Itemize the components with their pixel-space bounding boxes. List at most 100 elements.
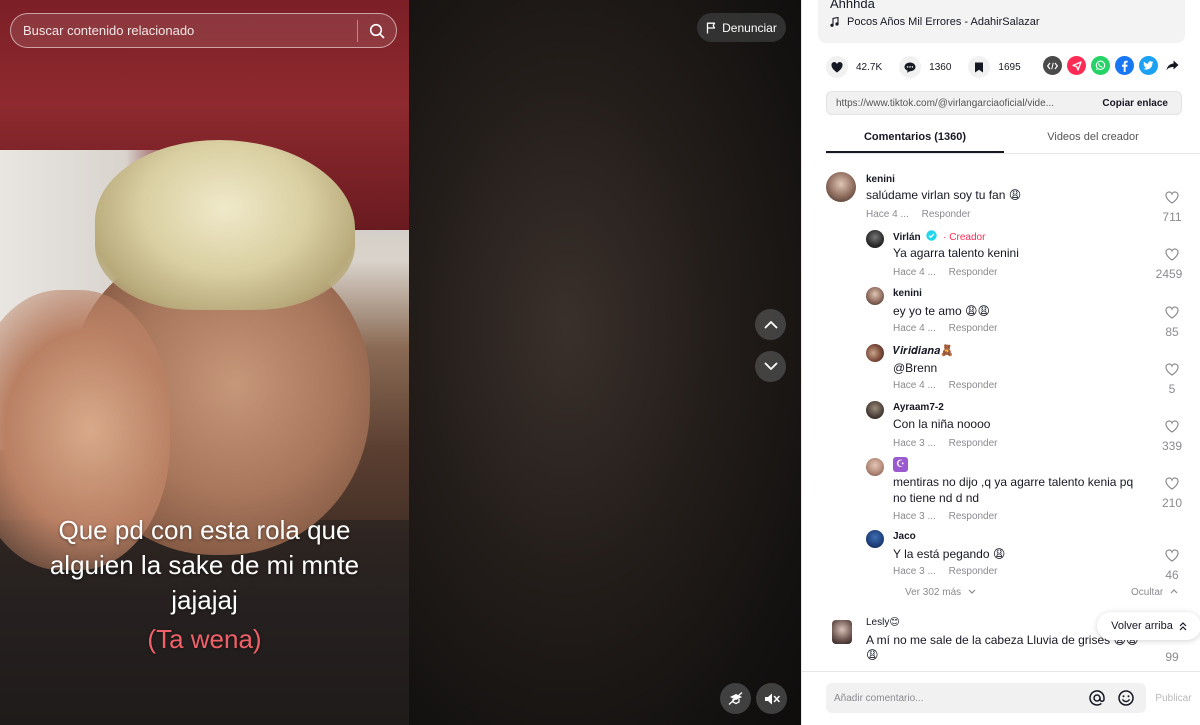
comment-meta: Hace 4 ... Responder: [893, 380, 1008, 391]
reply-button[interactable]: Responder: [949, 511, 998, 522]
video-area[interactable]: Buscar contenido relacionado Denunciar Q…: [0, 0, 801, 725]
music-title[interactable]: Pocos Años Mil Errores - AdahirSalazar: [847, 16, 1040, 28]
mute-button[interactable]: [756, 683, 787, 714]
comment-reply: Ayraam7-2 Con la niña noooo Hace 3 ... R…: [802, 393, 1200, 453]
comment-meta: Hace 3 ... Responder: [893, 566, 1008, 577]
comment-author[interactable]: Virlán · Creador: [893, 230, 985, 243]
reply-button[interactable]: Responder: [949, 380, 998, 391]
search-input[interactable]: Buscar contenido relacionado: [11, 23, 357, 38]
comment-author[interactable]: Ayraam7-2: [893, 402, 944, 413]
avatar[interactable]: [866, 287, 884, 305]
verified-badge-icon: [926, 230, 938, 241]
author-name[interactable]: ☪: [893, 457, 908, 472]
app-root: Buscar contenido relacionado Denunciar Q…: [0, 0, 1200, 725]
comment-like[interactable]: 2459: [1156, 248, 1184, 281]
comment-text: mentiras no dijo ,q ya agarre talento ke…: [893, 475, 1134, 489]
tab-comments[interactable]: Comentarios (1360): [826, 124, 1004, 153]
bookmark-icon: [975, 62, 984, 72]
comment-reply: 𝑽𝒊𝒓𝒊𝒅𝒊𝒂𝒏𝒂🧸 @Brenn Hace 4 ... Responder 5: [802, 335, 1200, 396]
comments-panel: Ahhhda Pocos Años Mil Errores - AdahirSa…: [801, 0, 1200, 725]
view-more-replies[interactable]: Ver 302 más: [905, 587, 976, 598]
comment-like[interactable]: 46: [1160, 549, 1184, 582]
avatar[interactable]: [866, 344, 884, 362]
save-button[interactable]: 1695: [968, 56, 1021, 78]
comment-text: salúdame virlan soy tu fan 😩: [866, 188, 1022, 202]
search-icon: [369, 23, 385, 38]
avatar[interactable]: [866, 530, 884, 548]
caption-line-1: Que pd con esta rola que: [58, 515, 351, 545]
comment-text: Con la niña noooo: [893, 417, 991, 431]
avatar[interactable]: [866, 230, 884, 248]
chevron-down-icon: [764, 362, 777, 370]
video-description: Ahhhda: [830, 0, 875, 11]
heart-outline-icon: [1165, 363, 1179, 376]
comment-text: Y la está pegando 😩: [893, 547, 1006, 561]
comment-item: kenini salúdame virlan soy tu fan 😩 Hace…: [802, 160, 1200, 224]
comment-author[interactable]: 𝑽𝒊𝒓𝒊𝒅𝒊𝒂𝒏𝒂🧸: [893, 344, 954, 358]
twitter-icon[interactable]: [1139, 56, 1158, 75]
avatar[interactable]: [826, 172, 856, 202]
comment-meta: Hace 3 ... Responder: [893, 438, 1008, 449]
heart-icon: [831, 61, 843, 72]
hide-replies[interactable]: Ocultar: [1131, 587, 1178, 598]
copy-link-button[interactable]: Copiar enlace: [1089, 98, 1181, 109]
previous-video-button[interactable]: [755, 309, 786, 340]
comment-meta: Hace 4 ... Responder: [893, 323, 1008, 334]
report-button[interactable]: Denunciar: [697, 13, 786, 42]
hide-label: Ocultar: [1131, 587, 1164, 598]
comment-time: Hace 3 ...: [893, 566, 936, 577]
comment-reply: Virlán · Creador Ya agarra talento kenin…: [802, 220, 1200, 281]
reply-button[interactable]: Responder: [949, 323, 998, 334]
caption-line-4: (Ta wena): [147, 624, 262, 654]
comment-time: Hace 4 ...: [893, 267, 936, 278]
add-comment-input[interactable]: Añadir comentario...: [826, 683, 1146, 713]
comment-author[interactable]: ☪: [893, 457, 908, 472]
forward-icon[interactable]: [1163, 56, 1182, 75]
emoji-icon[interactable]: [1117, 689, 1135, 707]
creator-badge-label: Creador: [949, 232, 986, 243]
heart-outline-icon: [1165, 191, 1179, 204]
comment-count: 1360: [929, 61, 952, 73]
comment-author[interactable]: Lesly😊: [866, 617, 900, 628]
embed-icon[interactable]: [1043, 56, 1062, 75]
back-to-top-label: Volver arriba: [1111, 620, 1173, 632]
save-count: 1695: [998, 61, 1021, 73]
reply-button[interactable]: Responder: [949, 438, 998, 449]
search-button[interactable]: [358, 13, 396, 48]
reply-button[interactable]: Responder: [922, 209, 971, 220]
comment-like[interactable]: 210: [1160, 477, 1184, 510]
comment-author[interactable]: kenini: [866, 174, 895, 185]
comment-button[interactable]: 1360: [899, 56, 951, 78]
comment-reply: kenini ey yo te amo 😩😩 Hace 4 ... Respon…: [802, 278, 1200, 339]
facebook-icon[interactable]: [1115, 56, 1134, 75]
avatar[interactable]: [832, 620, 852, 644]
tab-creator-videos[interactable]: Videos del creador: [1004, 124, 1182, 153]
back-to-top-button[interactable]: Volver arriba: [1097, 612, 1200, 640]
copy-link-box: https://www.tiktok.com/@virlangarciaofic…: [826, 91, 1182, 115]
comment-mention[interactable]: @Brenn: [893, 361, 937, 375]
comment-like[interactable]: 99: [1160, 649, 1184, 664]
mention-icon[interactable]: [1088, 689, 1106, 707]
music-row[interactable]: Pocos Años Mil Errores - AdahirSalazar: [830, 16, 1040, 28]
search-bar[interactable]: Buscar contenido relacionado: [10, 13, 397, 48]
reply-button[interactable]: Responder: [949, 267, 998, 278]
chevron-up-icon: [1170, 589, 1178, 594]
comment-author[interactable]: kenini: [893, 288, 922, 299]
avatar[interactable]: [866, 401, 884, 419]
comment-author[interactable]: Jaco: [893, 531, 916, 542]
author-name[interactable]: Virlán: [893, 232, 921, 243]
next-video-button[interactable]: [755, 351, 786, 382]
comment-like[interactable]: 5: [1160, 363, 1184, 396]
avatar[interactable]: [866, 458, 884, 476]
publish-button[interactable]: Publicar: [1146, 683, 1200, 713]
like-button[interactable]: 42.7K: [826, 56, 882, 78]
floating-player-button[interactable]: [720, 683, 751, 714]
comment-text-line-2: no tiene nd d nd: [893, 491, 980, 505]
comment-like[interactable]: 339: [1160, 420, 1184, 453]
panel-tabs: Comentarios (1360) Videos del creador: [826, 124, 1200, 154]
whatsapp-icon[interactable]: [1091, 56, 1110, 75]
video-url[interactable]: https://www.tiktok.com/@virlangarciaofic…: [827, 98, 1089, 109]
comment-text-line-2: 😩: [866, 648, 879, 662]
reply-button[interactable]: Responder: [949, 566, 998, 577]
tiktok-share-icon[interactable]: [1067, 56, 1086, 75]
